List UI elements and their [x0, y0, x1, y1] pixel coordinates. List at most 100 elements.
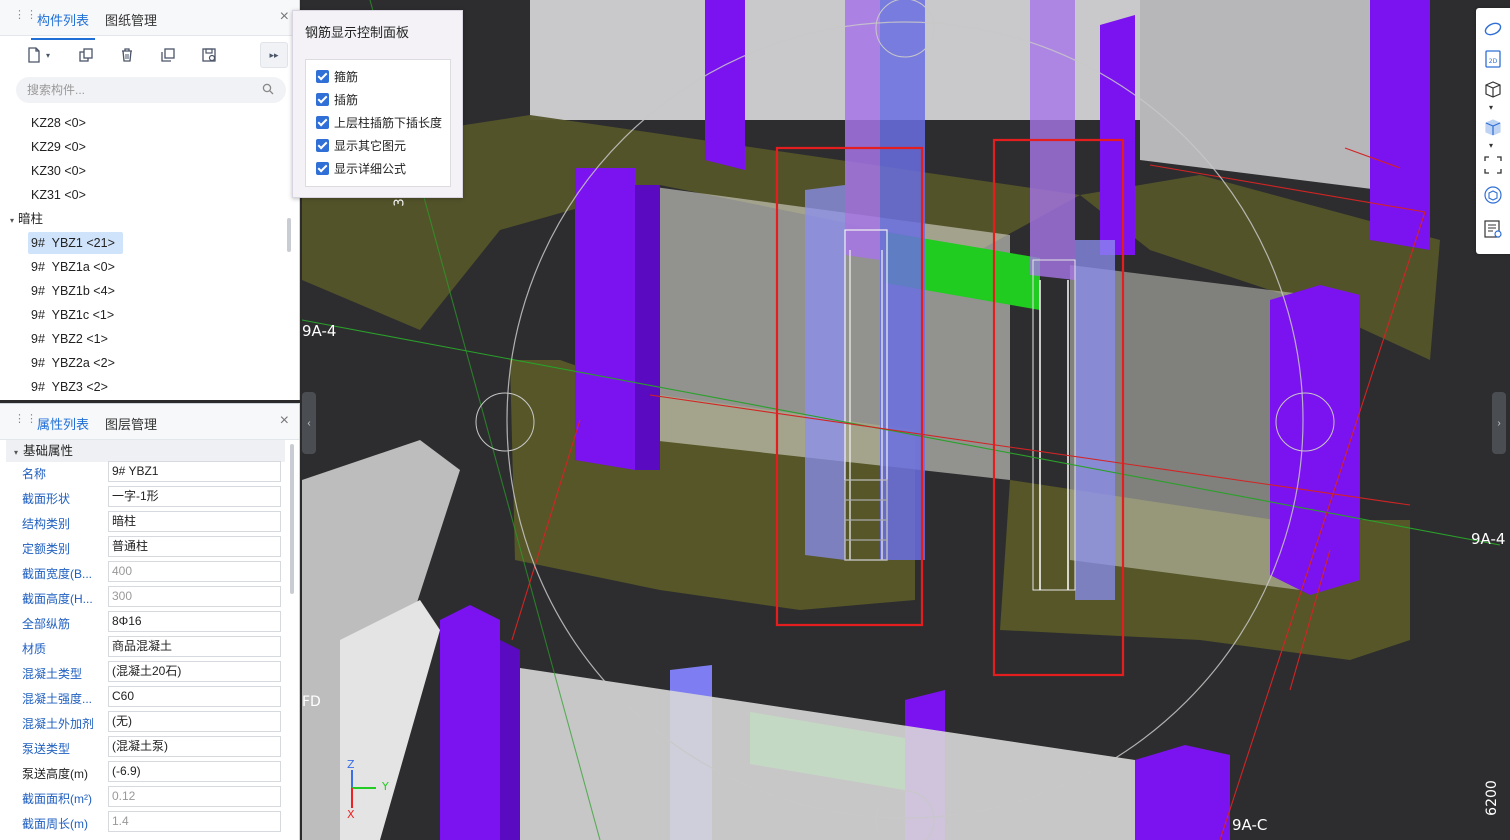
component-toolbar: ▾ ▸▸	[14, 42, 289, 68]
dimension-label: 6200	[1483, 780, 1500, 816]
section-header-basic-properties[interactable]: ▾ 基础属性	[6, 440, 285, 462]
property-key: 泵送高度(m)	[22, 767, 88, 781]
drag-grip-icon[interactable]: ⋮⋮	[14, 10, 37, 24]
search-icon[interactable]	[262, 83, 274, 95]
tree-scrollbar[interactable]	[287, 218, 291, 252]
caret-down-icon[interactable]: ▾	[1489, 141, 1493, 150]
dimension-label-small: 3	[392, 198, 408, 207]
orbit-icon	[1484, 22, 1502, 36]
component-search-input[interactable]: 搜索构件...	[16, 77, 286, 103]
more-tools-button[interactable]: ▸▸	[260, 42, 288, 68]
property-value-field[interactable]: 商品混凝土	[108, 636, 281, 657]
chevron-right-icon: ›	[1497, 417, 1501, 429]
checkbox-label: 显示详细公式	[334, 162, 407, 176]
list-item[interactable]: KZ28 <0>	[31, 112, 86, 134]
checkbox-label: 箍筋	[334, 70, 359, 84]
list-item[interactable]: KZ30 <0>	[31, 160, 86, 182]
property-value-field[interactable]: (混凝土20石)	[108, 661, 281, 682]
property-row-concrete-type: 混凝土类型 (混凝土20石)	[22, 661, 282, 683]
3d-solid-view-button[interactable]	[1482, 116, 1504, 138]
tree-group-hidden-column[interactable]: ▾ 暗柱	[10, 208, 43, 230]
svg-text:2D: 2D	[1489, 58, 1498, 65]
fullscreen-icon	[1484, 156, 1502, 174]
caret-down-icon[interactable]: ▾	[1489, 103, 1493, 112]
save-template-button[interactable]	[195, 42, 223, 68]
checkbox-checked-icon[interactable]	[316, 93, 329, 106]
checkbox-checked-icon[interactable]	[316, 139, 329, 152]
column-light-purple	[845, 0, 880, 260]
property-key: 截面周长(m)	[22, 817, 88, 831]
delete-component-button[interactable]	[113, 42, 141, 68]
cube-in-circle-icon	[1484, 186, 1502, 204]
checkbox-checked-icon[interactable]	[316, 162, 329, 175]
component-view-button[interactable]	[1482, 184, 1504, 206]
property-value-field[interactable]: 400	[108, 561, 281, 582]
list-item[interactable]: KZ29 <0>	[31, 136, 86, 158]
search-placeholder: 搜索构件...	[27, 83, 86, 97]
property-value-field[interactable]: 普通柱	[108, 536, 281, 557]
property-value-field[interactable]: 8Φ16	[108, 611, 281, 632]
tab-drawing-management[interactable]: 图纸管理	[105, 10, 157, 29]
property-row-section-perimeter: 截面周长(m) 1.4	[22, 811, 282, 833]
copy-component-button[interactable]	[72, 42, 100, 68]
3d-viewport[interactable]: 9A-4 9A-4 9A-C 6200 3 FD Z Y X ‹ › 2D ▾ …	[302, 0, 1510, 840]
property-value-field[interactable]: (-6.9)	[108, 761, 281, 782]
list-item[interactable]: KZ31 <0>	[31, 184, 86, 206]
section-title: 基础属性	[23, 444, 74, 458]
3d-scene[interactable]	[302, 0, 1510, 840]
property-scrollbar[interactable]	[290, 444, 294, 594]
display-settings-button[interactable]	[1482, 218, 1504, 240]
cube-solid-icon	[1485, 119, 1501, 136]
property-row-pump-type: 泵送类型 (混凝土泵)	[22, 736, 282, 758]
list-item[interactable]: 9# YBZ1b <4>	[31, 280, 115, 302]
new-component-button[interactable]: ▾	[18, 42, 58, 68]
orbit-view-button[interactable]	[1482, 18, 1504, 40]
property-row-section-width: 截面宽度(B... 400	[22, 561, 282, 583]
drag-grip-icon[interactable]: ⋮⋮	[14, 414, 37, 428]
list-item[interactable]: 9# YBZ1a <0>	[31, 256, 115, 278]
close-icon[interactable]: ×	[280, 8, 289, 26]
2d-view-icon: 2D	[1485, 50, 1501, 68]
property-key: 截面宽度(B...	[22, 567, 93, 581]
collapse-right-panel-button[interactable]: ›	[1492, 392, 1506, 454]
checkbox-checked-icon[interactable]	[316, 70, 329, 83]
list-item[interactable]: 9# YBZ3 <2>	[31, 376, 108, 398]
property-value-field[interactable]: 0.12	[108, 786, 281, 807]
save-icon	[202, 48, 216, 62]
property-value-field[interactable]: 一字-1形	[108, 486, 281, 507]
chevron-down-icon: ▾	[10, 216, 15, 225]
list-item[interactable]: 9# YBZ1c <1>	[31, 304, 114, 326]
2d-view-button[interactable]: 2D	[1482, 48, 1504, 70]
cube-outline-icon	[1485, 81, 1501, 98]
collapse-left-panel-button[interactable]: ‹	[302, 392, 316, 454]
tab-layer-management[interactable]: 图层管理	[105, 414, 157, 433]
property-value-field[interactable]: 暗柱	[108, 511, 281, 532]
duplicate-layer-button[interactable]	[154, 42, 182, 68]
list-item[interactable]: 9# YBZ2a <2>	[31, 352, 115, 374]
property-value-field[interactable]: (混凝土泵)	[108, 736, 281, 757]
property-value-field[interactable]: 1.4	[108, 811, 281, 832]
property-row-section-shape: 截面形状 一字-1形	[22, 486, 282, 508]
property-key: 材质	[22, 642, 47, 656]
tab-property-list[interactable]: 属性列表	[30, 414, 96, 444]
property-value-field[interactable]: 9# YBZ1	[108, 461, 281, 482]
property-list-panel: ⋮⋮ 属性列表 图层管理 × ▾ 基础属性 名称 9# YBZ1 截面形状 一字-1形…	[0, 403, 300, 840]
back-wall-right	[1140, 0, 1380, 190]
grid-label-right: 9A-4	[1471, 530, 1506, 548]
copy-icon	[79, 48, 93, 62]
tab-component-list[interactable]: 构件列表	[30, 10, 96, 40]
gizmo-y-label: Y	[382, 780, 389, 793]
property-key: 全部纵筋	[22, 617, 71, 631]
fit-view-button[interactable]	[1482, 154, 1504, 176]
column-periwinkle	[805, 185, 845, 560]
list-item-selected[interactable]: 9# YBZ1 <21>	[28, 232, 123, 254]
property-value-field[interactable]: (无)	[108, 711, 281, 732]
property-value-field[interactable]: 300	[108, 586, 281, 607]
checkbox-checked-icon[interactable]	[316, 116, 329, 129]
list-item[interactable]: 9# YBZ2 <1>	[31, 328, 108, 350]
property-value-field[interactable]: C60	[108, 686, 281, 707]
close-icon[interactable]: ×	[280, 412, 289, 430]
3d-wire-view-button[interactable]	[1482, 78, 1504, 100]
checkbox-label: 显示其它图元	[334, 139, 407, 153]
checkbox-label: 上层柱插筋下插长度	[334, 116, 443, 130]
